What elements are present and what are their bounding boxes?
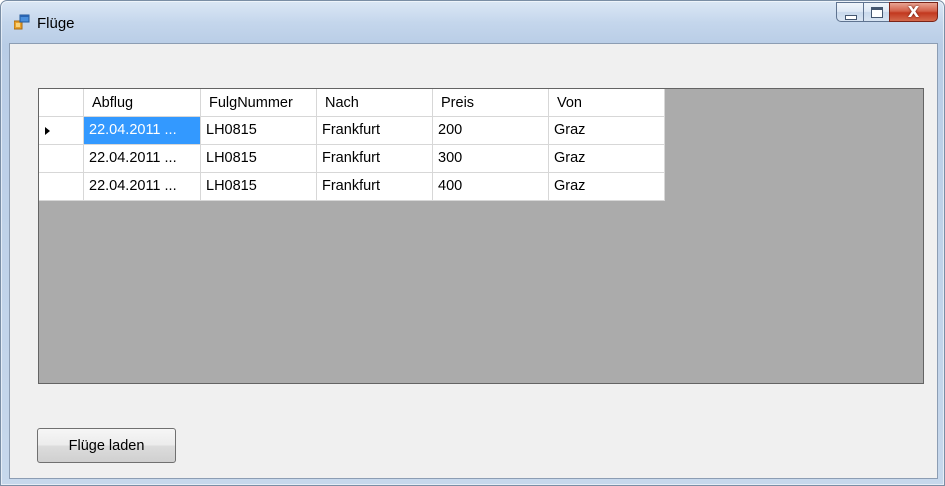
grid-corner-header[interactable] xyxy=(39,89,84,117)
current-row-arrow-icon xyxy=(45,127,50,135)
column-header-nach[interactable]: Nach xyxy=(317,89,433,117)
minimize-button[interactable] xyxy=(836,2,863,22)
window-title: Flüge xyxy=(37,15,75,32)
table-cell-abflug[interactable]: 22.04.2011 ... xyxy=(84,145,201,173)
table-cell-nach[interactable]: Frankfurt xyxy=(317,145,433,173)
table-cell-von[interactable]: Graz xyxy=(549,145,665,173)
table-cell-preis[interactable]: 200 xyxy=(433,117,549,145)
row-header[interactable] xyxy=(39,173,84,201)
app-window: Flüge X Abflug FulgNummer Nach Preis Von xyxy=(0,0,945,486)
app-icon xyxy=(14,14,30,30)
table-cell-von[interactable]: Graz xyxy=(549,173,665,201)
table-cell-abflug[interactable]: 22.04.2011 ... xyxy=(84,117,201,145)
column-header-von[interactable]: Von xyxy=(549,89,665,117)
maximize-icon xyxy=(871,7,883,18)
load-flights-button[interactable]: Flüge laden xyxy=(37,428,176,463)
table-cell-nach[interactable]: Frankfurt xyxy=(317,173,433,201)
table-cell-von[interactable]: Graz xyxy=(549,117,665,145)
table-row[interactable]: 22.04.2011 ... LH0815 Frankfurt 200 Graz xyxy=(39,117,665,145)
table-cell-preis[interactable]: 300 xyxy=(433,145,549,173)
minimize-icon xyxy=(845,15,857,20)
column-header-preis[interactable]: Preis xyxy=(433,89,549,117)
close-icon: X xyxy=(907,3,920,21)
close-button[interactable]: X xyxy=(889,2,938,22)
maximize-button[interactable] xyxy=(863,2,889,22)
table-cell-preis[interactable]: 400 xyxy=(433,173,549,201)
table-cell-fulgnummer[interactable]: LH0815 xyxy=(201,145,317,173)
table-cell-fulgnummer[interactable]: LH0815 xyxy=(201,117,317,145)
flights-data-grid[interactable]: Abflug FulgNummer Nach Preis Von 22.04.2… xyxy=(38,88,924,384)
client-area: Abflug FulgNummer Nach Preis Von 22.04.2… xyxy=(9,43,938,479)
table-cell-nach[interactable]: Frankfurt xyxy=(317,117,433,145)
table-cell-abflug[interactable]: 22.04.2011 ... xyxy=(84,173,201,201)
caption-buttons: X xyxy=(836,2,938,22)
column-header-abflug[interactable]: Abflug xyxy=(84,89,201,117)
table-row[interactable]: 22.04.2011 ... LH0815 Frankfurt 400 Graz xyxy=(39,173,665,201)
table-row[interactable]: 22.04.2011 ... LH0815 Frankfurt 300 Graz xyxy=(39,145,665,173)
column-header-fulgnummer[interactable]: FulgNummer xyxy=(201,89,317,117)
table-cell-fulgnummer[interactable]: LH0815 xyxy=(201,173,317,201)
grid-header-row: Abflug FulgNummer Nach Preis Von xyxy=(39,89,665,117)
row-header[interactable] xyxy=(39,145,84,173)
row-header[interactable] xyxy=(39,117,84,145)
title-bar[interactable]: Flüge X xyxy=(1,1,944,43)
